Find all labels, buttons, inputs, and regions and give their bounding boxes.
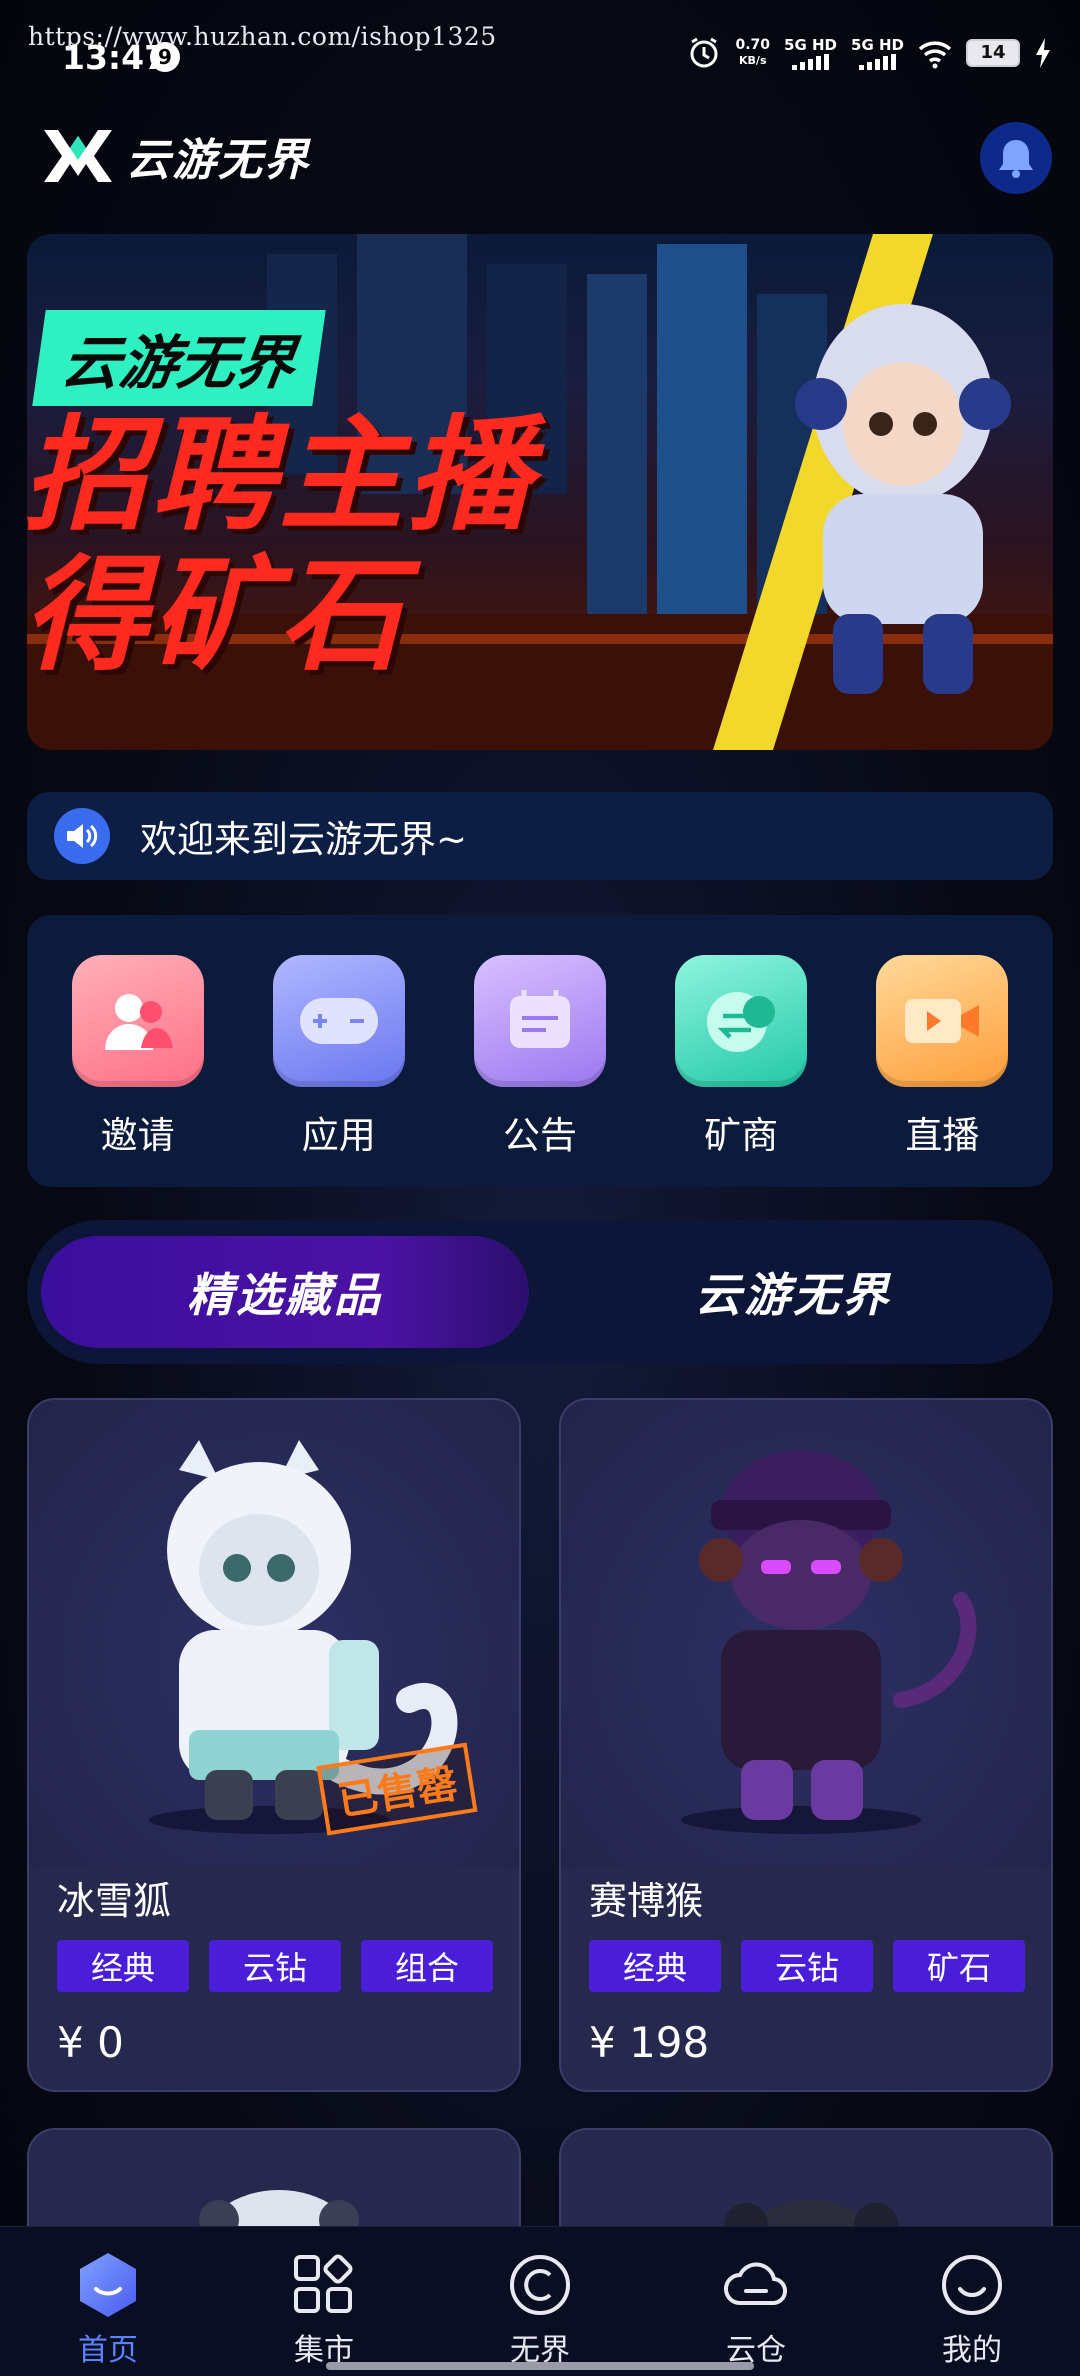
infinity-icon bbox=[510, 2255, 570, 2315]
menu-label: 直播 bbox=[905, 1114, 980, 1157]
sim2-signal: 5G HD bbox=[851, 36, 904, 70]
speaker-icon bbox=[54, 808, 110, 864]
product-price: ¥ 0 bbox=[57, 2018, 124, 2067]
notice-text: 欢迎来到云游无界~ bbox=[140, 818, 468, 861]
tab-label: 云游无界 bbox=[695, 1268, 891, 1322]
product-tag: 云钻 bbox=[209, 1940, 341, 1992]
net-speed-value: 0.70 bbox=[735, 37, 771, 53]
watermark-url: https://www.huzhan.com/ishop1325 bbox=[28, 22, 497, 51]
mascot-illustration bbox=[713, 234, 1011, 750]
announcement-icon bbox=[473, 955, 606, 1087]
app-name: 云游无界 bbox=[126, 135, 310, 186]
sim1-label: 5G HD bbox=[784, 36, 838, 54]
menu-item-live[interactable]: 直播 bbox=[867, 915, 1017, 1187]
banner-headline-2: 得矿石 bbox=[27, 544, 408, 688]
live-video-icon bbox=[876, 955, 1009, 1087]
tab-yunyou[interactable]: 云游无界 bbox=[547, 1236, 1039, 1348]
cloud-icon bbox=[724, 2262, 787, 2306]
menu-item-miners[interactable]: 矿商 bbox=[666, 915, 816, 1187]
system-indicators: 0.70 KB/s 5G HD 5G HD 14 bbox=[687, 36, 1052, 70]
bottom-navigation: 首页 集市 无界 云仓 我的 bbox=[0, 2226, 1080, 2376]
net-speed-unit: KB/s bbox=[739, 54, 767, 67]
quick-menu: 邀请 应用 公告 矿商 直播 bbox=[27, 915, 1053, 1187]
signal-bars-icon bbox=[792, 54, 830, 70]
collection-tabs: 精选藏品 云游无界 bbox=[27, 1220, 1053, 1364]
banner-tag: 云游无界 bbox=[32, 310, 326, 406]
product-tag: 组合 bbox=[361, 1940, 493, 1992]
wifi-icon bbox=[918, 41, 952, 69]
announcement-marquee[interactable]: 欢迎来到云游无界~ bbox=[27, 792, 1053, 880]
nav-market[interactable]: 集市 bbox=[216, 2227, 432, 2376]
logo-icon bbox=[44, 130, 112, 182]
market-icon bbox=[294, 2254, 353, 2313]
menu-item-announcements[interactable]: 公告 bbox=[465, 915, 615, 1187]
notifications-button[interactable] bbox=[980, 122, 1052, 194]
menu-label: 公告 bbox=[502, 1114, 577, 1157]
charging-icon bbox=[1036, 38, 1050, 68]
menu-label: 应用 bbox=[301, 1114, 376, 1157]
gamepad-icon bbox=[272, 955, 405, 1087]
home-indicator[interactable] bbox=[326, 2362, 754, 2370]
product-name: 赛博猴 bbox=[589, 1879, 704, 1923]
promo-banner[interactable]: 云游无界 招聘主播 得矿石 bbox=[27, 234, 1053, 750]
net-speed: 0.70 KB/s bbox=[735, 38, 770, 68]
exchange-icon bbox=[675, 955, 808, 1087]
product-card[interactable]: 已售罄 冰雪狐 经典 云钻 组合 ¥ 0 bbox=[27, 1398, 521, 2092]
nav-infinity[interactable]: 无界 bbox=[432, 2227, 648, 2376]
menu-label: 邀请 bbox=[100, 1114, 175, 1157]
tab-label: 精选藏品 bbox=[187, 1268, 383, 1322]
product-tag: 经典 bbox=[57, 1940, 189, 1992]
menu-item-invite[interactable]: 邀请 bbox=[63, 915, 213, 1187]
banner-headline-1: 招聘主播 bbox=[27, 404, 536, 548]
sim2-label: 5G HD bbox=[851, 36, 904, 54]
status-bar: 13:47 9 https://www.huzhan.com/ishop1325… bbox=[0, 0, 1080, 110]
product-tag: 矿石 bbox=[893, 1940, 1025, 1992]
bell-icon bbox=[999, 140, 1033, 178]
product-price: ¥ 198 bbox=[589, 2018, 710, 2067]
product-image bbox=[561, 1400, 1051, 1868]
signal-bars-icon bbox=[859, 54, 896, 70]
invite-icon bbox=[71, 955, 204, 1087]
menu-item-apps[interactable]: 应用 bbox=[264, 915, 414, 1187]
nav-profile[interactable]: 我的 bbox=[864, 2227, 1080, 2376]
product-tags: 经典 云钻 矿石 bbox=[589, 1940, 1025, 1992]
nav-cloud[interactable]: 云仓 bbox=[648, 2227, 864, 2376]
product-tag: 经典 bbox=[589, 1940, 721, 1992]
product-tags: 经典 云钻 组合 bbox=[57, 1940, 493, 1992]
nav-label: 我的 bbox=[942, 2333, 1002, 2368]
alarm-icon bbox=[690, 37, 718, 68]
home-icon bbox=[80, 2253, 136, 2317]
product-tag: 云钻 bbox=[741, 1940, 873, 1992]
product-card[interactable]: 赛博猴 经典 云钻 矿石 ¥ 198 bbox=[559, 1398, 1053, 2092]
sim1-signal: 5G HD bbox=[784, 36, 837, 70]
profile-icon bbox=[942, 2255, 1002, 2315]
nav-label: 首页 bbox=[78, 2333, 138, 2368]
battery-indicator: 14 bbox=[966, 39, 1020, 67]
tab-featured[interactable]: 精选藏品 bbox=[41, 1236, 529, 1348]
menu-label: 矿商 bbox=[704, 1114, 779, 1157]
product-image: 已售罄 bbox=[29, 1400, 519, 1868]
nav-home[interactable]: 首页 bbox=[0, 2227, 216, 2376]
product-name: 冰雪狐 bbox=[57, 1879, 172, 1923]
app-logo[interactable]: 云游无界 bbox=[40, 122, 310, 190]
